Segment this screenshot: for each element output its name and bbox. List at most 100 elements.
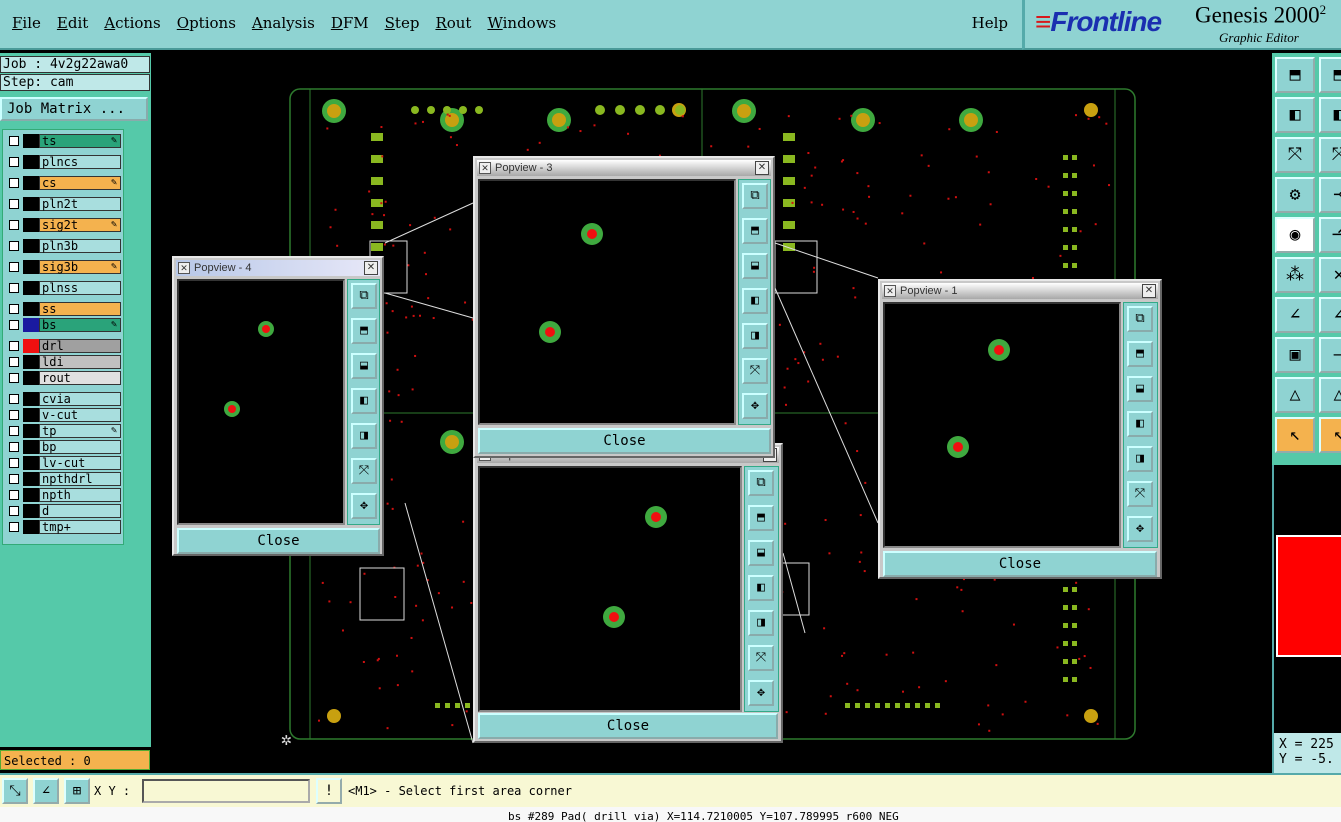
layer-checkbox[interactable] — [9, 410, 19, 420]
layer-checkbox[interactable] — [9, 490, 19, 500]
menu-dfm[interactable]: DFM — [323, 14, 377, 32]
menu-windows[interactable]: Windows — [479, 14, 564, 32]
zoom-fit-icon[interactable]: ⧉ — [351, 283, 377, 309]
fit-icon[interactable]: ⤧ — [1275, 137, 1315, 173]
add-icon[interactable]: ▣ — [1275, 337, 1315, 373]
menu-edit[interactable]: Edit — [49, 14, 96, 32]
popview-2-close-button[interactable]: Close — [478, 713, 778, 739]
zoom-in-icon[interactable]: ✥ — [351, 493, 377, 519]
filter-icon[interactable]: ⚙ — [1275, 177, 1315, 213]
layer-checkbox[interactable] — [9, 157, 19, 167]
pan-down-icon[interactable]: ⬓ — [742, 253, 768, 279]
zoom-out-icon[interactable]: ⤧ — [742, 358, 768, 384]
net-icon[interactable]: ⁂ — [1275, 257, 1315, 293]
layer-checkbox[interactable] — [9, 474, 19, 484]
snap-left-icon[interactable]: ◧ — [1275, 97, 1315, 133]
add-icon[interactable]: — — [1319, 337, 1341, 373]
grid-icon[interactable]: ⊞ — [64, 778, 90, 804]
popview-3-close-button[interactable]: Close — [478, 428, 771, 454]
job-matrix-button[interactable]: Job Matrix ... — [0, 97, 148, 121]
popview-4-close-button[interactable]: Close — [177, 528, 380, 554]
layer-row-ss[interactable]: ss — [5, 302, 121, 316]
zoom-fit-icon[interactable]: ⧉ — [748, 470, 774, 496]
pan-right-icon[interactable]: ◨ — [748, 610, 774, 636]
pan-left-icon[interactable]: ◧ — [742, 288, 768, 314]
layer-row-pln3b[interactable]: pln3b — [5, 239, 121, 253]
pan-right-icon[interactable]: ◨ — [742, 323, 768, 349]
layer-row-plnss[interactable]: plnss — [5, 281, 121, 295]
zoom-in-icon[interactable]: ✥ — [748, 680, 774, 706]
popview-4-titlebar[interactable]: ✕ Popview - 4 ✕ — [176, 260, 380, 276]
popview-1-titlebar[interactable]: ✕ Popview - 1 ✕ — [882, 283, 1158, 299]
snap-left-icon[interactable]: ◧ — [1319, 97, 1341, 133]
menu-rout[interactable]: Rout — [427, 14, 479, 32]
menu-help[interactable]: Help — [972, 14, 1008, 32]
menu-options[interactable]: Options — [169, 14, 244, 32]
pan-up-icon[interactable]: ⬒ — [351, 318, 377, 344]
layer-checkbox[interactable] — [9, 426, 19, 436]
pan-down-icon[interactable]: ⬓ — [351, 353, 377, 379]
popview-3-view[interactable] — [478, 179, 736, 425]
net-icon[interactable]: ✕ — [1319, 257, 1341, 293]
fit-icon[interactable]: ⤧ — [1319, 137, 1341, 173]
window-close-icon[interactable]: ✕ — [1142, 284, 1156, 298]
select-feature-icon[interactable]: ⬏ — [1319, 217, 1341, 253]
filter-icon[interactable]: ⊸ — [1319, 177, 1341, 213]
zoom-area-icon[interactable]: ⤡ — [2, 778, 28, 804]
zoom-out-icon[interactable]: ⤧ — [351, 458, 377, 484]
popview-4-view[interactable] — [177, 279, 345, 525]
layer-row-tmp[interactable]: tmp+ — [5, 520, 121, 534]
pan-down-icon[interactable]: ⬓ — [748, 540, 774, 566]
pan-up-icon[interactable]: ⬒ — [742, 218, 768, 244]
zoom-out-icon[interactable]: ⤧ — [1127, 481, 1153, 507]
layer-row-sig2t[interactable]: sig2t ✎ — [5, 218, 121, 232]
layer-checkbox[interactable] — [9, 136, 19, 146]
pan-left-icon[interactable]: ◧ — [1127, 411, 1153, 437]
menu-actions[interactable]: Actions — [96, 14, 168, 32]
layer-checkbox[interactable] — [9, 442, 19, 452]
xy-input[interactable] — [142, 779, 310, 803]
alert-icon[interactable]: ! — [316, 778, 342, 804]
layer-checkbox[interactable] — [9, 522, 19, 532]
measure-icon[interactable]: ∠ — [1275, 297, 1315, 333]
layer-row-drl[interactable]: drl — [5, 339, 121, 353]
layer-checkbox[interactable] — [9, 262, 19, 272]
layer-row-bp[interactable]: bp — [5, 440, 121, 454]
snap-top-icon[interactable]: ⬒ — [1319, 57, 1341, 93]
popview-1-close-button[interactable]: Close — [883, 551, 1157, 577]
layer-checkbox[interactable] — [9, 341, 19, 351]
mini-map[interactable] — [1272, 465, 1341, 733]
measure-icon[interactable]: ∠ — [33, 778, 59, 804]
layer-row-tp[interactable]: tp ✎ — [5, 424, 121, 438]
layer-checkbox[interactable] — [9, 199, 19, 209]
zoom-out-icon[interactable]: ⤧ — [748, 645, 774, 671]
layer-checkbox[interactable] — [9, 220, 19, 230]
layer-row-lvcut[interactable]: lv-cut — [5, 456, 121, 470]
layer-checkbox[interactable] — [9, 283, 19, 293]
pointer-icon[interactable]: ↖ — [1275, 417, 1315, 453]
pan-up-icon[interactable]: ⬒ — [748, 505, 774, 531]
layer-checkbox[interactable] — [9, 304, 19, 314]
layer-checkbox[interactable] — [9, 373, 19, 383]
layer-checkbox[interactable] — [9, 320, 19, 330]
layer-row-pln2t[interactable]: pln2t — [5, 197, 121, 211]
popview-1-view[interactable] — [883, 302, 1121, 548]
layer-checkbox[interactable] — [9, 394, 19, 404]
layer-row-ts[interactable]: ts ✎ — [5, 134, 121, 148]
layer-row-d[interactable]: d — [5, 504, 121, 518]
popview-2-view[interactable] — [478, 466, 742, 712]
layer-checkbox[interactable] — [9, 178, 19, 188]
layer-row-npthdrl[interactable]: npthdrl — [5, 472, 121, 486]
layer-row-bs[interactable]: bs ✎ — [5, 318, 121, 332]
layer-row-ldi[interactable]: ldi — [5, 355, 121, 369]
menu-file[interactable]: File — [4, 14, 49, 32]
snap-top-icon[interactable]: ⬒ — [1275, 57, 1315, 93]
polygon-icon[interactable]: △ — [1275, 377, 1315, 413]
layer-row-sig3b[interactable]: sig3b ✎ — [5, 260, 121, 274]
layer-row-rout[interactable]: rout — [5, 371, 121, 385]
layer-checkbox[interactable] — [9, 357, 19, 367]
layer-checkbox[interactable] — [9, 506, 19, 516]
window-close-icon[interactable]: ✕ — [364, 261, 378, 275]
menu-step[interactable]: Step — [377, 14, 428, 32]
layer-row-cs[interactable]: cs ✎ — [5, 176, 121, 190]
